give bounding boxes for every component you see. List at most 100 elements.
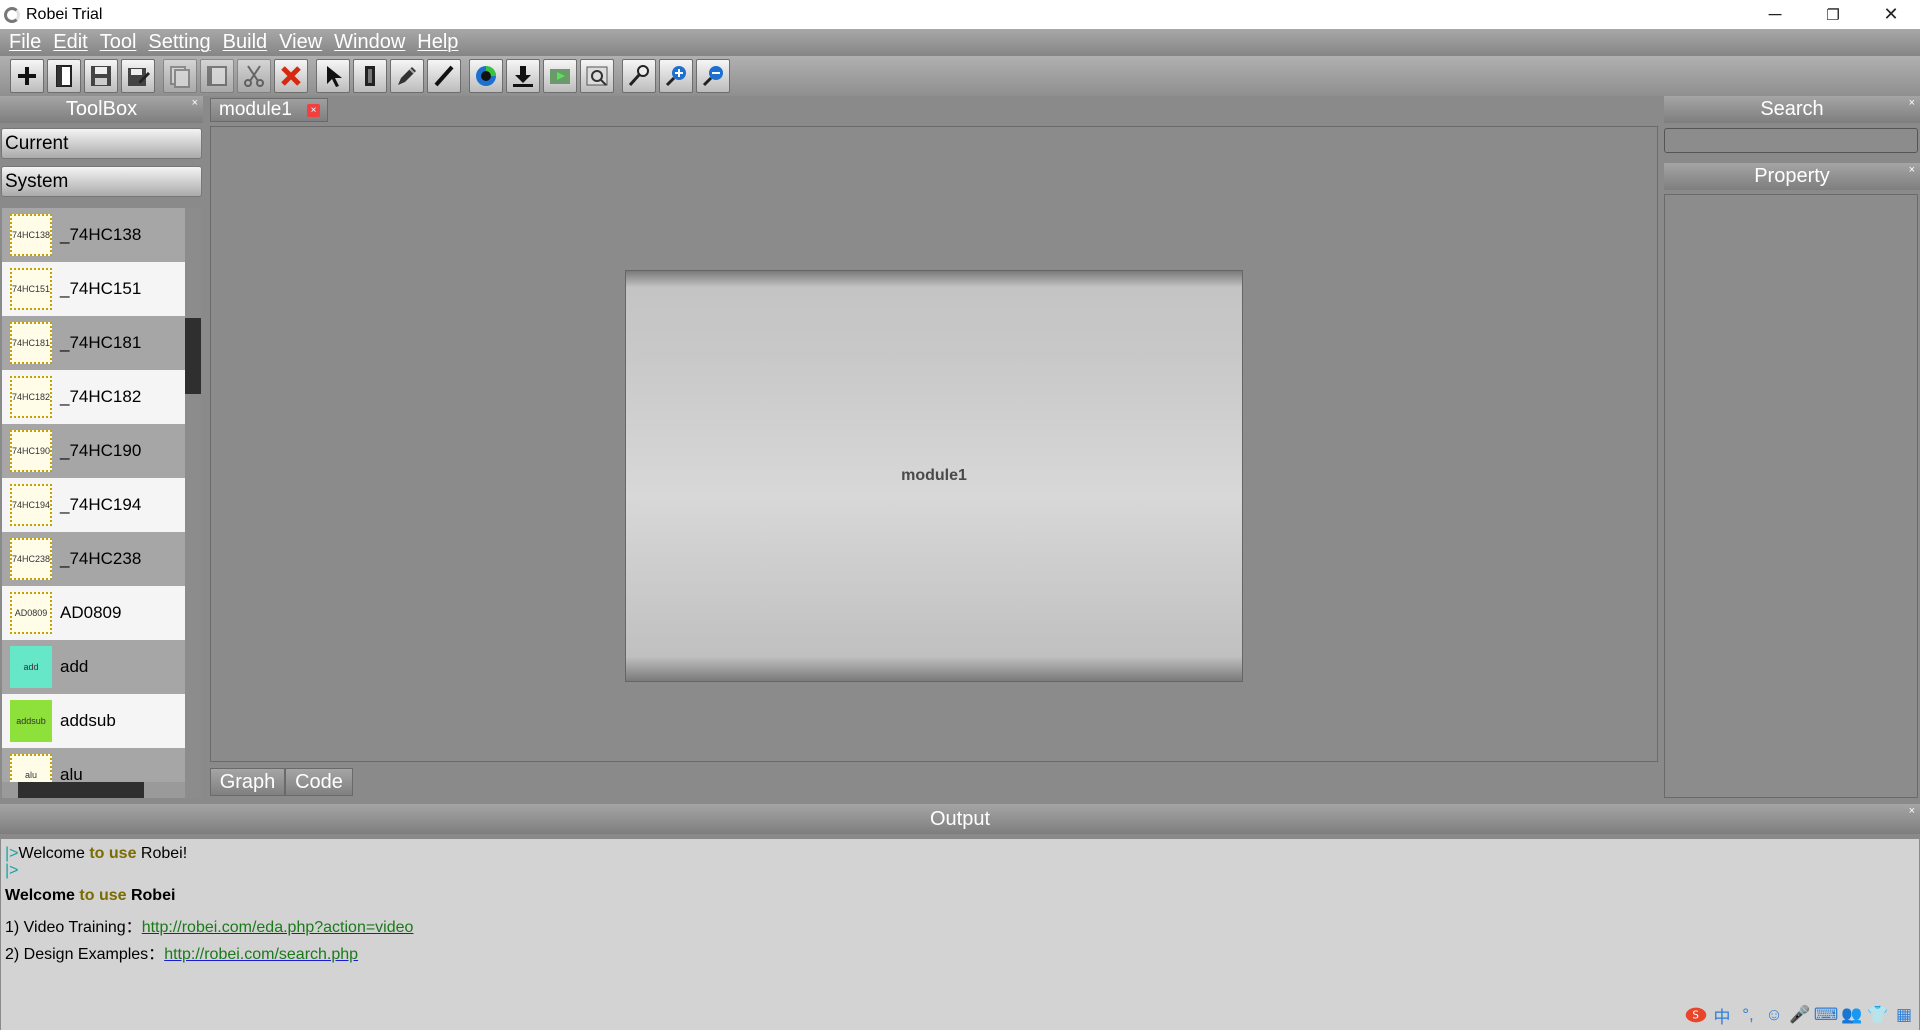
microphone-icon[interactable]: 🎤	[1789, 1004, 1811, 1026]
zoom-out-icon	[702, 66, 723, 87]
tab-close-icon[interactable]: ×	[307, 104, 320, 117]
component-name: add	[60, 657, 89, 676]
paste-icon	[207, 66, 227, 86]
zoom-in-button[interactable]	[659, 59, 693, 93]
title-bar: Robei Trial ─ ❐ ✕	[0, 0, 1920, 29]
tab-module1[interactable]: module1 ×	[210, 98, 328, 122]
tab-code[interactable]: Code	[285, 768, 353, 796]
preview-icon	[586, 66, 608, 86]
delete-button[interactable]	[274, 59, 308, 93]
simulate-icon	[476, 66, 496, 86]
toolbox-panel: ToolBox × Current System 74HC138 _74HC138…	[0, 96, 203, 800]
component-item[interactable]: 74HC138 _74HC138	[2, 208, 185, 262]
vscroll-thumb[interactable]	[185, 318, 201, 394]
toolbox-close-button[interactable]: ×	[192, 97, 198, 109]
component-list-hscrollbar[interactable]	[2, 782, 185, 798]
category-current[interactable]: Current	[1, 128, 202, 159]
module-label: module1	[901, 467, 967, 484]
hscroll-thumb[interactable]	[18, 782, 144, 798]
robei-logo-icon	[4, 6, 20, 23]
toolbar	[0, 56, 1920, 96]
preview-button[interactable]	[580, 59, 614, 93]
property-body	[1664, 194, 1918, 798]
user-icon[interactable]: 👥	[1841, 1004, 1863, 1026]
component-item[interactable]: 74HC181 _74HC181	[2, 316, 185, 370]
output-console[interactable]: |>Welcome to use Robei! |> Welcome to us…	[1, 839, 1919, 1030]
toolbox-grid-icon[interactable]: ▦	[1893, 1004, 1915, 1026]
close-button[interactable]: ✕	[1862, 0, 1920, 29]
line-button[interactable]	[427, 59, 461, 93]
paste-button[interactable]	[200, 59, 234, 93]
menu-build[interactable]: Build	[223, 31, 267, 54]
cut-button[interactable]	[237, 59, 271, 93]
search-close-button[interactable]: ×	[1909, 97, 1915, 109]
component-item[interactable]: AD0809 AD0809	[2, 586, 185, 640]
property-close-button[interactable]: ×	[1909, 164, 1915, 176]
chinese-mode-icon[interactable]: 中	[1711, 1004, 1733, 1027]
menu-edit[interactable]: Edit	[53, 31, 87, 54]
maximize-button[interactable]: ❐	[1804, 0, 1862, 29]
component-thumbnail-icon: 74HC194	[10, 484, 52, 526]
menu-tool[interactable]: Tool	[100, 31, 137, 54]
search-input[interactable]	[1664, 128, 1918, 153]
component-list-vscrollbar[interactable]	[185, 208, 201, 798]
search-title: Search	[1760, 98, 1824, 120]
download-button[interactable]	[506, 59, 540, 93]
component-item[interactable]: 74HC238 _74HC238	[2, 532, 185, 586]
design-examples-link[interactable]: http://robei.com/search.php	[164, 946, 358, 963]
open-icon	[56, 65, 72, 87]
video-training-link[interactable]: http://robei.com/eda.php?action=video	[142, 919, 414, 936]
menu-setting[interactable]: Setting	[148, 31, 210, 54]
tab-graph[interactable]: Graph	[210, 768, 285, 796]
wire-button[interactable]	[390, 59, 424, 93]
component-thumbnail-icon: add	[10, 646, 52, 688]
right-panel: Search × Property ×	[1662, 96, 1920, 800]
save-as-button[interactable]	[121, 59, 155, 93]
port-icon	[365, 66, 375, 86]
output-title: Output	[929, 807, 991, 830]
component-name: _74HC190	[60, 441, 142, 460]
open-button[interactable]	[47, 59, 81, 93]
menu-file[interactable]: File	[9, 31, 41, 54]
component-name: addsub	[60, 711, 116, 730]
skin-icon[interactable]: 👕	[1867, 1004, 1889, 1026]
component-name: _74HC194	[60, 495, 142, 514]
emoji-icon[interactable]: ☺	[1763, 1004, 1785, 1026]
module-block[interactable]: module1	[625, 270, 1243, 682]
new-icon	[18, 67, 36, 85]
pointer-button[interactable]	[316, 59, 350, 93]
component-item[interactable]: 74HC151 _74HC151	[2, 262, 185, 316]
minimize-button[interactable]: ─	[1746, 0, 1804, 29]
category-system[interactable]: System	[1, 166, 202, 197]
component-thumbnail-icon: addsub	[10, 700, 52, 742]
menu-help[interactable]: Help	[417, 31, 458, 54]
component-item[interactable]: 74HC190 _74HC190	[2, 424, 185, 478]
component-thumbnail-icon: 74HC181	[10, 322, 52, 364]
keyboard-icon[interactable]: ⌨	[1814, 1004, 1839, 1026]
punctuation-icon[interactable]: °,	[1737, 1004, 1759, 1026]
zoom-out-button[interactable]	[696, 59, 730, 93]
new-button[interactable]	[10, 59, 44, 93]
component-thumbnail-icon: 74HC190	[10, 430, 52, 472]
component-list: 74HC138 _74HC138 74HC151 _74HC151 74HC181 _74…	[2, 208, 185, 798]
component-item[interactable]: 74HC182 _74HC182	[2, 370, 185, 424]
menu-view[interactable]: View	[279, 31, 322, 54]
output-close-button[interactable]: ×	[1909, 805, 1915, 817]
simulate-button[interactable]	[469, 59, 503, 93]
sogou-ime-icon[interactable]: S	[1685, 1004, 1707, 1026]
zoom-icon	[628, 65, 649, 87]
save-as-icon	[128, 68, 150, 86]
copy-button[interactable]	[163, 59, 197, 93]
run-button[interactable]	[543, 59, 577, 93]
component-item[interactable]: addsub addsub	[2, 694, 185, 748]
scissors-icon	[244, 65, 264, 87]
svg-text:S: S	[1692, 1010, 1699, 1022]
zoom-button[interactable]	[622, 59, 656, 93]
save-button[interactable]	[84, 59, 118, 93]
component-item[interactable]: 74HC194 _74HC194	[2, 478, 185, 532]
port-button[interactable]	[353, 59, 387, 93]
design-canvas[interactable]: module1	[210, 126, 1658, 762]
component-item[interactable]: add add	[2, 640, 185, 694]
menu-window[interactable]: Window	[334, 31, 405, 54]
wire-pen-icon	[398, 67, 416, 85]
